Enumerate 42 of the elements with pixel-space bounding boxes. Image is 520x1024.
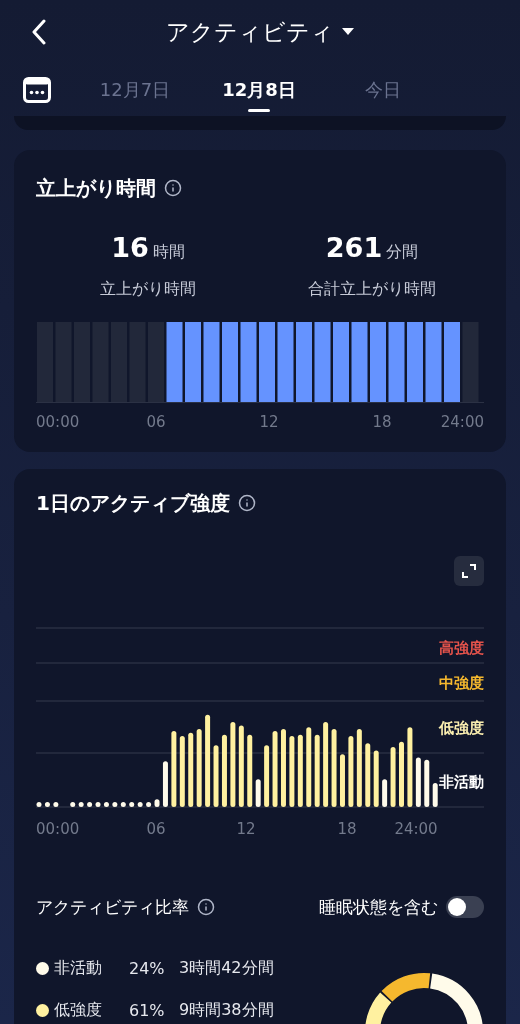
- caret-icon: [342, 28, 354, 36]
- stat-value: 16: [111, 231, 149, 265]
- stat-unit: 分間: [386, 241, 419, 263]
- level-label: 非活動: [439, 773, 484, 791]
- date-tab[interactable]: 12月7日: [73, 64, 197, 116]
- legend-duration: 3時間42分間: [179, 957, 274, 979]
- legend-percent: 61%: [129, 1000, 166, 1020]
- axis-label: 06: [146, 413, 166, 431]
- legend-label: 非活動: [54, 957, 103, 979]
- axis-label: 18: [372, 413, 392, 431]
- axis-label: 24:00: [394, 820, 438, 838]
- info-icon[interactable]: [197, 898, 215, 916]
- level-label: 低強度: [439, 719, 484, 737]
- axis-label: 00:00: [36, 820, 80, 838]
- expand-button[interactable]: [454, 556, 484, 586]
- section-title: アクティビティ比率: [36, 895, 189, 919]
- stat-label: 合計立上がり時間: [308, 278, 436, 300]
- legend-duration: 9時間38分間: [179, 999, 274, 1021]
- card-title: 立上がり時間: [36, 175, 156, 202]
- legend-label: 低強度: [54, 999, 103, 1021]
- date-tab[interactable]: 12月8日: [197, 64, 321, 116]
- date-tab[interactable]: 今日: [321, 64, 445, 116]
- axis-label: 12: [236, 820, 256, 838]
- calendar-button[interactable]: [22, 75, 52, 105]
- info-icon[interactable]: [237, 494, 256, 512]
- info-icon[interactable]: [164, 179, 182, 197]
- stat-unit: 時間: [152, 241, 185, 263]
- toggle-label: 睡眠状態を含む: [319, 895, 438, 919]
- stat-label: 立上がり時間: [100, 278, 196, 300]
- axis-label: 24:00: [440, 413, 484, 431]
- legend-percent: 24%: [129, 958, 166, 978]
- level-label: 高強度: [439, 639, 484, 657]
- level-label: 中強度: [439, 674, 484, 692]
- axis-label: 06: [146, 820, 166, 838]
- expand-icon: [461, 563, 477, 579]
- title-dropdown[interactable]: アクティビティ: [166, 16, 354, 48]
- axis-label: 18: [337, 820, 357, 838]
- stat-value: 261: [325, 231, 383, 265]
- axis-label: 00:00: [36, 413, 80, 431]
- sleep-toggle[interactable]: [446, 896, 484, 918]
- card-title: 1日のアクティブ強度: [36, 490, 230, 517]
- axis-label: 12: [259, 413, 279, 431]
